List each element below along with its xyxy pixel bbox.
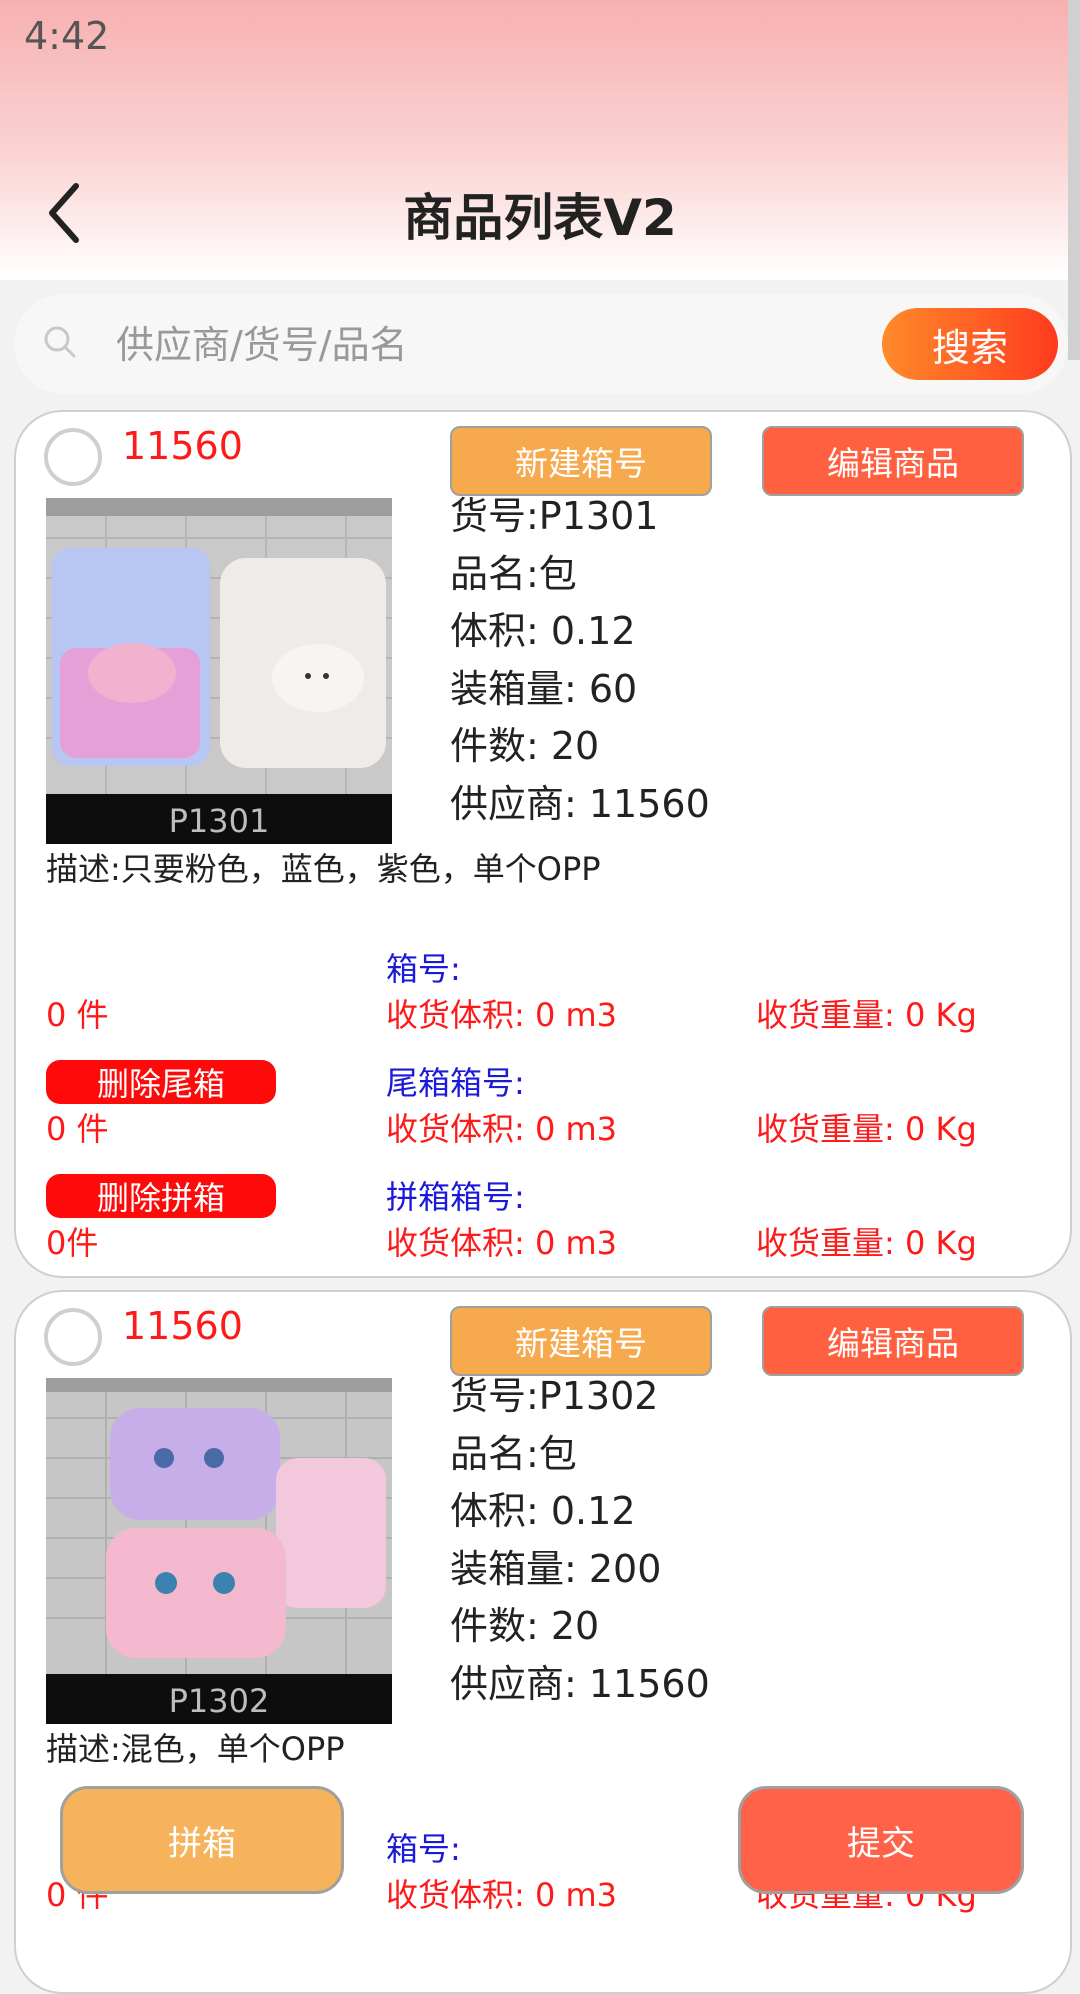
page-title: 商品列表V2 [403, 189, 677, 247]
product-info: 货号:P1301 品名:包 体积: 0.12 装箱量: 60 件数: 20 供应… [450, 488, 1050, 833]
supplier-id: 11560 [122, 424, 243, 468]
product-name: 品名:包 [450, 1431, 577, 1476]
tail-quantity: 0 件 [46, 1110, 109, 1148]
new-box-button[interactable]: 新建箱号 [450, 426, 712, 496]
product-sku: 货号:P1301 [450, 494, 659, 538]
combine-box-button[interactable]: 拼箱 [60, 1786, 344, 1894]
box-volume: 收货体积: 0 m3 [386, 1876, 618, 1914]
combined-volume: 收货体积: 0 m3 [386, 1224, 618, 1262]
box-number-label: 箱号: [386, 1830, 461, 1868]
tail-volume: 收货体积: 0 m3 [386, 1110, 618, 1148]
image-caption: P1301 [169, 802, 270, 840]
product-image[interactable]: P1301 [46, 498, 392, 844]
product-description: 描述:只要粉色，蓝色，紫色，单个OPP [46, 850, 601, 888]
edit-product-button[interactable]: 编辑商品 [762, 1306, 1024, 1376]
box-quantity: 0 件 [46, 996, 109, 1034]
product-image[interactable]: P1302 [46, 1378, 392, 1724]
product-pack-qty: 装箱量: 60 [450, 666, 638, 711]
status-time: 4:42 [24, 14, 110, 58]
product-supplier: 供应商: 11560 [450, 781, 710, 826]
product-pack-qty: 装箱量: 200 [450, 1546, 662, 1591]
combined-weight: 收货重量: 0 Kg [756, 1224, 977, 1262]
tail-weight: 收货重量: 0 Kg [756, 1110, 977, 1148]
select-radio[interactable] [44, 428, 102, 486]
search-input[interactable] [114, 312, 878, 378]
product-volume: 体积: 0.12 [450, 609, 636, 653]
scrollbar[interactable] [1068, 0, 1080, 360]
search-icon [44, 326, 76, 358]
product-sku: 货号:P1302 [450, 1374, 659, 1418]
select-radio[interactable] [44, 1308, 102, 1366]
product-name: 品名:包 [450, 551, 577, 596]
product-supplier: 供应商: 11560 [450, 1661, 710, 1706]
product-volume: 体积: 0.12 [450, 1489, 636, 1533]
header: 4:42 商品列表V2 [0, 0, 1080, 280]
delete-combined-box-button[interactable]: 删除拼箱 [46, 1174, 276, 1218]
product-card: 11560 新建箱号 编辑商品 P1301 货号:P1301 品名:包 体积: … [14, 410, 1072, 1278]
combined-box-label: 拼箱箱号: [386, 1178, 525, 1216]
product-pieces: 件数: 20 [450, 1604, 600, 1648]
combined-quantity: 0件 [46, 1224, 99, 1262]
product-info: 货号:P1302 品名:包 体积: 0.12 装箱量: 200 件数: 20 供… [450, 1368, 1050, 1713]
delete-tail-box-button[interactable]: 删除尾箱 [46, 1060, 276, 1104]
product-pieces: 件数: 20 [450, 724, 600, 768]
edit-product-button[interactable]: 编辑商品 [762, 426, 1024, 496]
search-button[interactable]: 搜索 [882, 308, 1058, 380]
box-weight: 收货重量: 0 Kg [756, 996, 977, 1034]
submit-button[interactable]: 提交 [738, 1786, 1024, 1894]
new-box-button[interactable]: 新建箱号 [450, 1306, 712, 1376]
tail-box-label: 尾箱箱号: [386, 1064, 525, 1102]
search-bar: 搜索 [14, 294, 1068, 394]
image-caption: P1302 [169, 1682, 270, 1720]
box-number-label: 箱号: [386, 950, 461, 988]
box-volume: 收货体积: 0 m3 [386, 996, 618, 1034]
product-description: 描述:混色，单个OPP [46, 1730, 345, 1768]
supplier-id: 11560 [122, 1304, 243, 1348]
